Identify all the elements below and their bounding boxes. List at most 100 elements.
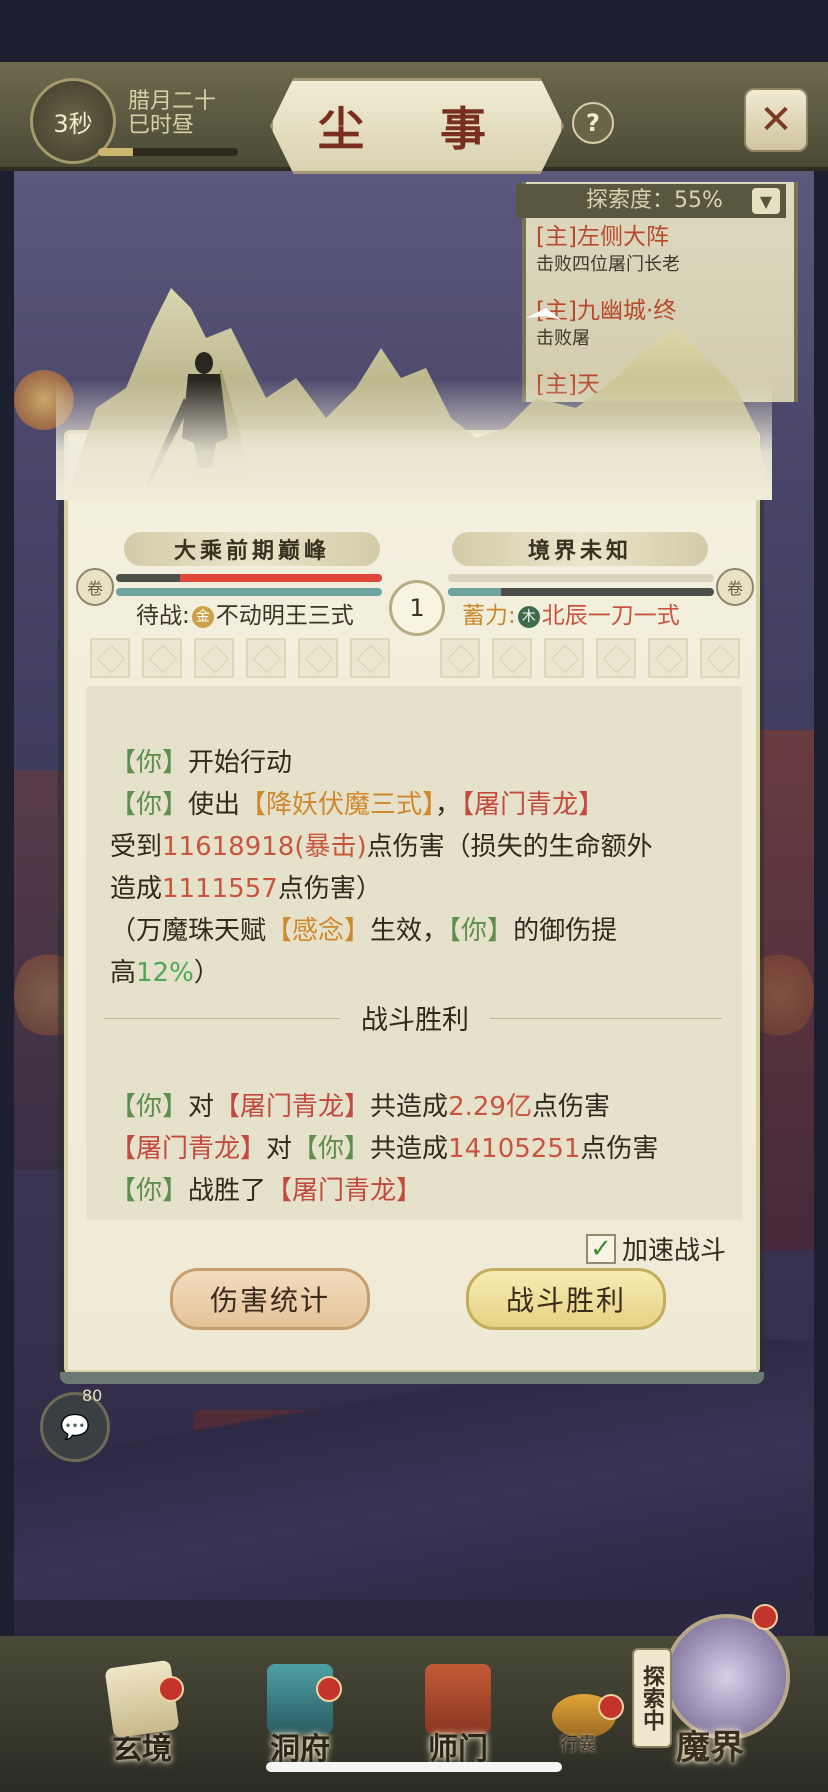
enemy-skill-slot[interactable] [492,638,532,678]
damage-stats-button[interactable]: 伤害统计 [170,1268,370,1330]
quest-title: [主]左侧大阵 [536,224,669,250]
percent-value: 12% [136,958,194,988]
enemy-skill-slot[interactable] [596,638,636,678]
exploring-tag: 探索中 [632,1648,672,1748]
log-line: 受到11618918(暴击)点伤害（损失的生命额外 [110,826,720,868]
round-counter: 1 [389,580,445,636]
log-text: 点伤害 [531,1092,610,1122]
log-text: 造成 [110,874,163,904]
stance-skill: 不动明王三式 [215,603,354,629]
page-title-text: 尘 事 [317,102,516,156]
log-text: 开始行动 [188,748,293,778]
date-line: 腊月二十 [128,89,217,114]
log-text: 对 [266,1134,293,1164]
game-date: 腊月二十 巳时昼 [128,90,216,138]
time-progress-bar [98,148,238,156]
stance-label: 待战: [136,603,190,629]
damage-value: 14105251 [448,1134,581,1164]
enemy-skill-slot[interactable] [648,638,688,678]
exploration-progress: 探索度：55% [516,184,786,218]
log-text: 高 [110,958,137,988]
home-indicator[interactable] [266,1762,562,1772]
actor-name: 【你】 [110,748,189,778]
actor-name: 【你】 [110,1092,189,1122]
player-skill-slot[interactable] [194,638,234,678]
battle-victory-button[interactable]: 战斗胜利 [466,1268,666,1330]
timer-text: 3秒 [53,109,93,138]
player-skill-slot[interactable] [90,638,130,678]
player-rank: 大乘前期巅峰 [173,538,330,564]
enemy-rank-tag: 境界未知 [452,532,708,566]
log-text: 对 [188,1092,215,1122]
wood-element-icon: 木 [517,606,540,628]
target-name: 【屠门青龙】 [266,1176,423,1206]
log-text: 的御伤提 [513,916,618,946]
time-line: 巳时昼 [128,113,195,138]
metal-element-icon: 金 [191,606,214,628]
log-text: ， [435,790,462,820]
battle-result-heading: 战斗胜利 [361,1005,469,1036]
actor-name: 【屠门青龙】 [110,1134,267,1164]
notification-dot [316,1676,342,1702]
log-text: 生效， [370,916,449,946]
chat-count-badge: 80 [82,1386,103,1405]
target-name: 【屠门青龙】 [214,1092,371,1122]
summary-line: 【你】战胜了【屠门青龙】 [110,1170,720,1212]
nav-item-shimen[interactable]: 师门 [408,1664,508,1768]
enemy-skill-slot[interactable] [544,638,584,678]
battle-victory-label: 战斗胜利 [505,1284,626,1317]
collapse-chevron-icon[interactable]: ▼ [752,188,780,214]
player-skill-slot[interactable] [298,638,338,678]
talent-name: 【感念】 [266,916,371,946]
log-text: （万魔珠天赋 [110,916,267,946]
summary-line: 【屠门青龙】对【你】共造成14105251点伤害 [110,1128,720,1170]
help-button[interactable]: ? [572,102,614,144]
log-text: 受到 [110,832,163,862]
speed-up-label: 加速战斗 [622,1236,727,1266]
log-text: 点伤害（损失的生命额外 [366,832,653,862]
actor-name: 【你】 [110,1176,189,1206]
log-text: 共造成 [370,1134,449,1164]
enemy-stance: 蓄力: 木北辰一刀一式 [462,600,680,632]
notification-dot [158,1676,184,1702]
player-rank-tag: 大乘前期巅峰 [124,532,380,566]
enemy-skill-slot[interactable] [440,638,480,678]
target-name: 【屠门青龙】 [461,790,605,820]
log-line: 【你】开始行动 [110,742,720,784]
player-skill-slot[interactable] [246,638,286,678]
log-text: 共造成 [370,1092,449,1122]
notification-dot [598,1694,624,1720]
page-title: 尘 事 [270,78,564,174]
help-icon: ? [586,109,600,137]
damage-stats-label: 伤害统计 [209,1284,330,1317]
exploration-text: 探索度：55% [586,188,723,213]
close-icon: ✕ [759,97,793,143]
fog-overlay [56,380,772,500]
log-line: 高12%） [110,952,720,994]
player-hp-bar [116,574,382,582]
close-button[interactable]: ✕ [744,88,808,152]
divider-line [490,1018,722,1019]
enemy-hp-bar [448,574,714,582]
damage-value: 11618918(暴击) [162,832,367,862]
player-scroll-icon[interactable]: 卷 [76,568,114,606]
log-text: 点伤害） [277,874,382,904]
enemy-skill-slot[interactable] [700,638,740,678]
player-stance: 待战: 金不动明王三式 [136,600,354,632]
enemy-scroll-icon[interactable]: 卷 [716,568,754,606]
enemy-mp-bar [448,588,714,596]
enemy-rank: 境界未知 [527,538,632,564]
player-skill-slot[interactable] [350,638,390,678]
stance-skill: 北辰一刀一式 [541,603,680,629]
player-skill-slot[interactable] [142,638,182,678]
speed-up-toggle[interactable]: ✓ 加速战斗 [586,1230,726,1267]
log-text: 点伤害 [580,1134,659,1164]
dialog-footer-bar [60,1372,764,1384]
log-line: 【你】使出【降妖伏魔三式】，【屠门青龙】 [110,784,720,826]
log-text: 战胜了 [188,1176,267,1206]
damage-value: 1111557 [162,874,278,904]
target-name: 【你】 [292,1134,371,1164]
damage-value: 2.29亿 [448,1092,532,1122]
checkbox-check-icon[interactable]: ✓ [586,1233,616,1264]
chat-bubble-icon: 💬 [60,1413,90,1441]
